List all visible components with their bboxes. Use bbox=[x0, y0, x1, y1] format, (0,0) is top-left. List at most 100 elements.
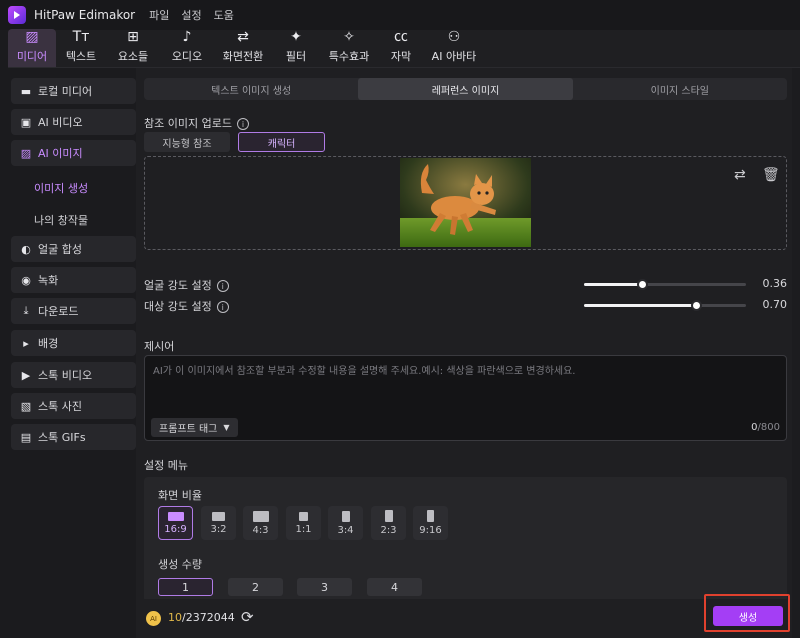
ratio-label-2-3: 2:3 bbox=[380, 525, 397, 536]
sidebar-item-label: 다운로드 bbox=[38, 305, 79, 318]
quantity-3[interactable]: 3 bbox=[297, 578, 352, 596]
ratio-label-3-2: 3:2 bbox=[210, 523, 227, 535]
ratio-4-3[interactable]: 4:3 bbox=[243, 506, 278, 540]
sidebar-sub-image-generate[interactable]: 이미지 생성 bbox=[34, 180, 88, 196]
toolbar-elements[interactable]: ⊞ 요소들 bbox=[106, 29, 160, 67]
ratio-9-16[interactable]: 9:16 bbox=[413, 506, 448, 540]
face-strength-slider[interactable] bbox=[584, 279, 746, 290]
main-panel: 텍스트 이미지 생성 레퍼런스 이미지 이미지 스타일 참조 이미지 업로드 i … bbox=[136, 68, 800, 638]
title-bar: HitPaw Edimakor 파일 설정 도움 bbox=[0, 0, 800, 30]
ratio-label-1-1: 1:1 bbox=[295, 523, 312, 535]
toolbar-media[interactable]: ▨ 미디어 bbox=[8, 29, 56, 67]
sidebar-item-label: 배경 bbox=[38, 337, 59, 350]
tab-bar: 텍스트 이미지 생성 레퍼런스 이미지 이미지 스타일 bbox=[144, 78, 787, 100]
tab-reference-image[interactable]: 레퍼런스 이미지 bbox=[358, 78, 573, 100]
app-logo-icon bbox=[8, 6, 26, 24]
toolbar-transition-label: 화면전환 bbox=[222, 50, 264, 63]
toolbar-effects-label: 특수효과 bbox=[328, 50, 370, 63]
ratio-label-4-3: 4:3 bbox=[252, 524, 269, 536]
prompt-label: 제시어 bbox=[144, 340, 175, 353]
ratio-label-9-16: 9:16 bbox=[419, 525, 442, 536]
ratio-shape bbox=[252, 510, 269, 522]
quantity-label: 생성 수량 bbox=[158, 558, 202, 571]
toolbar-subtitle-label: 자막 bbox=[390, 50, 412, 63]
subject-strength-text: 대상 강도 설정 bbox=[144, 300, 212, 313]
slider-thumb[interactable] bbox=[637, 279, 648, 290]
menu-file[interactable]: 파일 bbox=[149, 7, 169, 23]
ai-avatar-icon: ⚇ bbox=[447, 29, 461, 45]
char-max: /800 bbox=[757, 422, 780, 433]
toolbar-audio-label: 오디오 bbox=[171, 50, 203, 63]
sidebar-item-local-media[interactable]: ▬ 로컬 미디어 bbox=[11, 78, 136, 104]
mode-character[interactable]: 캐릭터 bbox=[238, 132, 325, 152]
audio-icon: ♪ bbox=[182, 29, 192, 45]
toolbar-audio[interactable]: ♪ 오디오 bbox=[160, 29, 214, 67]
face-strength-row: 얼굴 강도 설정 i 0.36 bbox=[144, 275, 787, 293]
generate-highlight: 생성 bbox=[704, 594, 790, 632]
subtitle-icon: ㏄ bbox=[394, 29, 408, 45]
toolbar-ai-avatar-label: AI 아바타 bbox=[431, 50, 477, 63]
delete-icon[interactable]: 🗑 bbox=[762, 167, 780, 183]
filter-icon: ✦ bbox=[290, 29, 302, 45]
toolbar-subtitle[interactable]: ㏄ 자막 bbox=[378, 29, 424, 67]
info-icon[interactable]: i bbox=[216, 280, 229, 292]
sidebar-sub-my-creations[interactable]: 나의 창작물 bbox=[34, 212, 88, 228]
ratio-3-4[interactable]: 3:4 bbox=[328, 506, 363, 540]
tab-text-to-image[interactable]: 텍스트 이미지 생성 bbox=[144, 78, 358, 100]
replace-icon[interactable]: ⇄ bbox=[734, 167, 746, 183]
scrollbar[interactable] bbox=[792, 68, 800, 638]
toolbar-ai-avatar[interactable]: ⚇ AI 아바타 bbox=[424, 29, 484, 67]
subject-strength-slider[interactable] bbox=[584, 300, 746, 311]
quantity-2[interactable]: 2 bbox=[228, 578, 283, 596]
coin-icon: AI bbox=[146, 611, 161, 626]
sidebar-item-label: AI 비디오 bbox=[38, 116, 83, 129]
sidebar-item-ai-video[interactable]: ▣ AI 비디오 bbox=[11, 109, 136, 135]
upload-dropzone[interactable]: ⇄ 🗑 bbox=[144, 156, 787, 250]
toolbar-transition[interactable]: ⇄ 화면전환 bbox=[214, 29, 272, 67]
ratio-label: 화면 비율 bbox=[158, 489, 202, 502]
ratio-shape bbox=[299, 511, 308, 521]
generate-button[interactable]: 생성 bbox=[713, 606, 783, 626]
info-icon[interactable]: i bbox=[236, 118, 249, 130]
slider-thumb[interactable] bbox=[691, 300, 702, 311]
refresh-icon[interactable]: ⟳ bbox=[241, 608, 254, 626]
sidebar-item-download[interactable]: ⤓ 다운로드 bbox=[11, 298, 136, 324]
sidebar-item-ai-image[interactable]: ▨ AI 이미지 bbox=[11, 140, 136, 166]
ratio-2-3[interactable]: 2:3 bbox=[371, 506, 406, 540]
media-icon: ▨ bbox=[25, 29, 39, 45]
sidebar-item-background[interactable]: ▸ 배경 bbox=[11, 330, 136, 356]
sidebar-item-stock-video[interactable]: ▶ 스톡 비디오 bbox=[11, 362, 136, 388]
ratio-shape bbox=[384, 510, 393, 522]
prompt-textarea[interactable]: AI가 이 이미지에서 참조할 부분과 수정할 내용을 설명해 주세요.예시: … bbox=[144, 355, 787, 441]
chevron-down-icon: ▼ bbox=[223, 423, 230, 432]
footer-bar: AI 10/2372044 ⟳ bbox=[136, 599, 800, 638]
sidebar-item-stock-photo[interactable]: ▧ 스톡 사진 bbox=[11, 393, 136, 419]
settings-menu-label: 설정 메뉴 bbox=[144, 459, 188, 472]
toolbar-effects[interactable]: ✧ 특수효과 bbox=[320, 29, 378, 67]
tab-image-style[interactable]: 이미지 스타일 bbox=[573, 78, 787, 100]
toolbar-filter[interactable]: ✦ 필터 bbox=[272, 29, 320, 67]
char-counter: 0/800 bbox=[751, 422, 780, 433]
info-icon[interactable]: i bbox=[216, 301, 229, 313]
ai-video-icon: ▣ bbox=[20, 115, 32, 129]
sidebar-item-face-swap[interactable]: ◐ 얼굴 합성 bbox=[11, 236, 136, 262]
mode-smart-reference[interactable]: 지능형 참조 bbox=[144, 132, 230, 152]
menu-help[interactable]: 도움 bbox=[214, 7, 234, 23]
ratio-3-2[interactable]: 3:2 bbox=[201, 506, 236, 540]
toolbar-text[interactable]: Tт 텍스트 bbox=[56, 29, 106, 67]
quantity-4[interactable]: 4 bbox=[367, 578, 422, 596]
ratio-shape bbox=[341, 510, 350, 522]
sidebar: ▬ 로컬 미디어 ▣ AI 비디오 ▨ AI 이미지 이미지 생성 나의 창작물… bbox=[8, 68, 136, 638]
quantity-1[interactable]: 1 bbox=[158, 578, 213, 596]
prompt-tag-button[interactable]: 프롬프트 태그 ▼ bbox=[151, 418, 238, 437]
ratio-1-1[interactable]: 1:1 bbox=[286, 506, 321, 540]
transition-icon: ⇄ bbox=[237, 29, 249, 45]
download-icon: ⤓ bbox=[23, 304, 29, 317]
ratio-16-9[interactable]: 16:9 bbox=[158, 506, 193, 540]
ratio-shape bbox=[427, 510, 434, 522]
sidebar-item-record[interactable]: ◉ 녹화 bbox=[11, 267, 136, 293]
menu-settings[interactable]: 설정 bbox=[181, 7, 201, 23]
sidebar-item-stock-gifs[interactable]: ▤ 스톡 GIFs bbox=[11, 424, 136, 450]
prompt-placeholder: AI가 이 이미지에서 참조할 부분과 수정할 내용을 설명해 주세요.예시: … bbox=[153, 366, 576, 377]
text-icon: Tт bbox=[72, 29, 90, 45]
